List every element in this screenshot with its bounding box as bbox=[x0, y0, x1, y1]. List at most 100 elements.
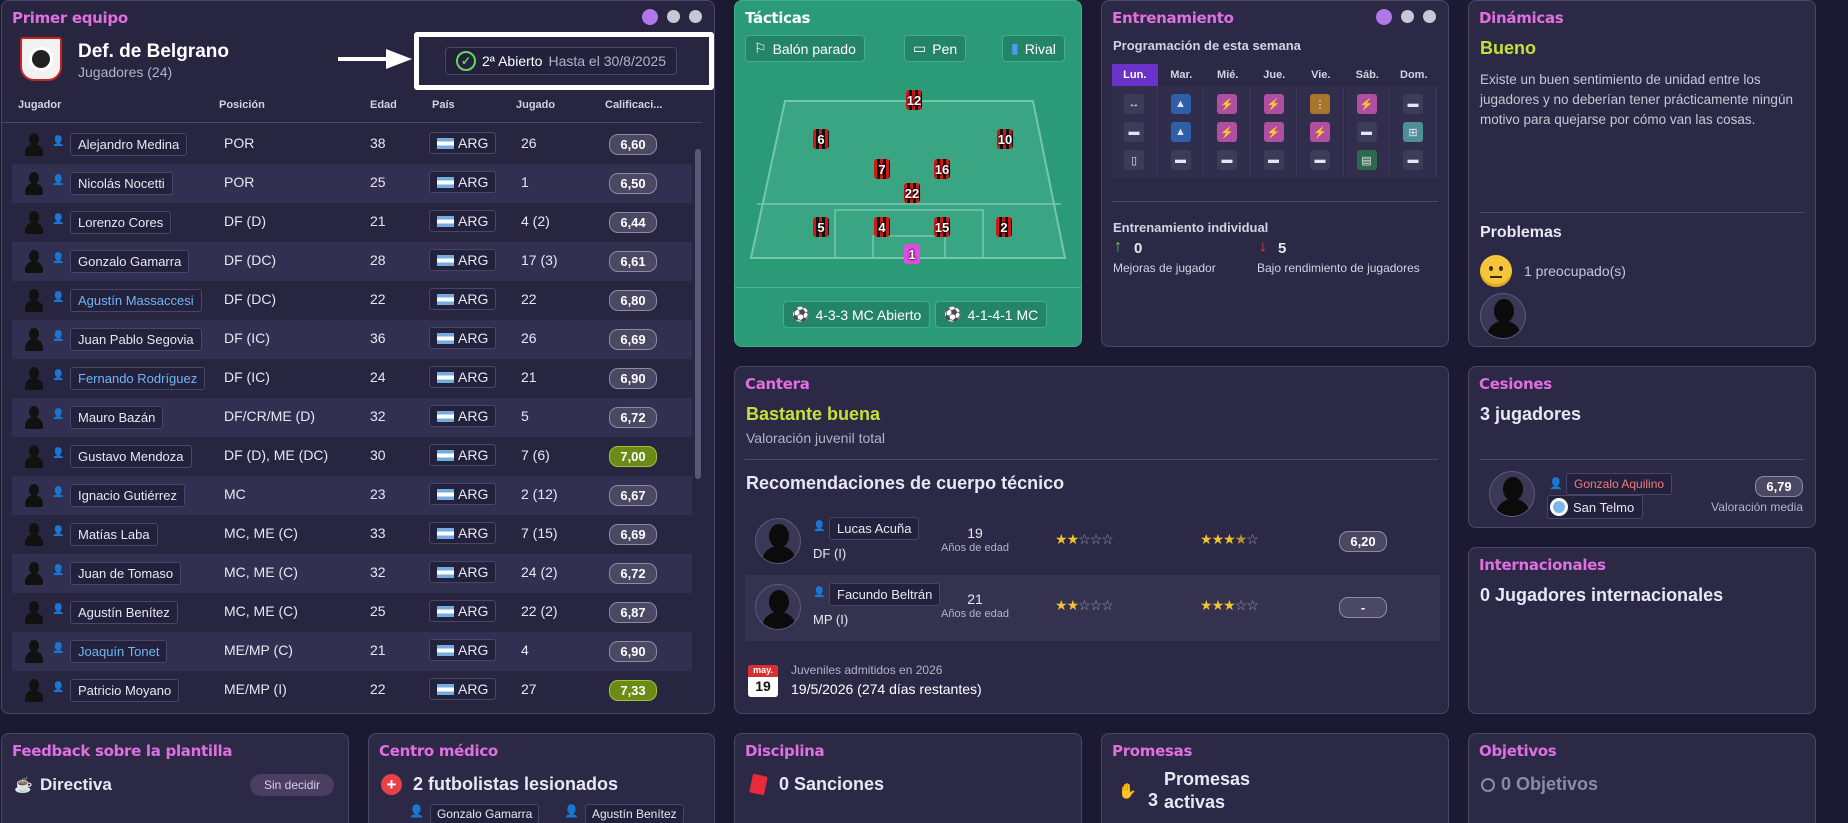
training-day[interactable]: Jue. bbox=[1252, 64, 1298, 86]
player-avatar[interactable] bbox=[23, 482, 45, 508]
player-avatar[interactable] bbox=[23, 599, 45, 625]
formation-secondary[interactable]: ⚽ 4-1-4-1 MC bbox=[935, 301, 1048, 328]
player-country[interactable]: ARG bbox=[429, 249, 497, 271]
player-name[interactable]: Matías Laba bbox=[70, 523, 158, 546]
player-avatar[interactable] bbox=[23, 521, 45, 547]
training-day[interactable]: Dom. bbox=[1391, 64, 1437, 86]
player-country[interactable]: ARG bbox=[429, 405, 497, 427]
youth-name[interactable]: Facundo Beltrán bbox=[829, 583, 941, 606]
scrollbar[interactable] bbox=[695, 149, 701, 479]
table-row[interactable]: 👤 Fernando Rodríguez DF (IC) 24 ARG 21 6,90 bbox=[12, 359, 692, 398]
player-shirt[interactable]: 5 bbox=[810, 215, 832, 239]
col-played[interactable]: Jugado bbox=[516, 99, 555, 111]
table-row[interactable]: 👤 Mauro Bazán DF/CR/ME (D) 32 ARG 5 6,72 bbox=[12, 398, 692, 437]
loans-title[interactable]: Cesiones bbox=[1479, 375, 1552, 393]
training-session-icon[interactable]: ⋮ bbox=[1310, 94, 1330, 114]
promises-label[interactable]: Promesas activas bbox=[1164, 768, 1264, 814]
player-name[interactable]: Patricio Moyano bbox=[70, 679, 180, 702]
player-name[interactable]: Nicolás Nocetti bbox=[70, 172, 173, 195]
player-avatar[interactable] bbox=[23, 677, 45, 703]
table-row[interactable]: 👤 Joaquín Tonet ME/MP (C) 21 ARG 4 6,90 bbox=[12, 632, 692, 671]
player-country[interactable]: ARG bbox=[429, 366, 497, 388]
training-session-icon[interactable]: ⚡ bbox=[1217, 94, 1237, 114]
player-country[interactable]: ARG bbox=[429, 678, 497, 700]
player-name[interactable]: Agustín Massaccesi bbox=[70, 289, 202, 312]
player-shirt[interactable]: 12 bbox=[903, 88, 925, 112]
training-day[interactable]: Vie. bbox=[1298, 64, 1344, 86]
table-row[interactable]: 👤 Matías Laba MC, ME (C) 33 ARG 7 (15) 6,69 bbox=[12, 515, 692, 554]
player-avatar[interactable] bbox=[23, 365, 45, 391]
player-country[interactable]: ARG bbox=[429, 561, 497, 583]
player-avatar[interactable] bbox=[1480, 293, 1526, 339]
training-session-icon[interactable]: ▬ bbox=[1310, 150, 1330, 170]
table-row[interactable]: 👤 Agustín Massaccesi DF (DC) 22 ARG 22 6,80 bbox=[12, 281, 692, 320]
player-name[interactable]: Joaquín Tonet bbox=[70, 640, 168, 663]
table-row[interactable]: 👤 Patricio Moyano ME/MP (I) 22 ARG 27 7,33 bbox=[12, 671, 692, 710]
option-dot[interactable] bbox=[667, 10, 680, 23]
col-age[interactable]: Edad bbox=[370, 99, 397, 111]
player-avatar[interactable] bbox=[23, 443, 45, 469]
training-session-icon[interactable]: ⚡ bbox=[1310, 122, 1330, 142]
table-row[interactable]: 👤 Lorenzo Cores DF (D) 21 ARG 4 (2) 6,44 bbox=[12, 203, 692, 242]
table-row[interactable]: 👤 Ignacio Gutiérrez MC 23 ARG 2 (12) 6,67 bbox=[12, 476, 692, 515]
player-avatar[interactable] bbox=[23, 248, 45, 274]
training-session-icon[interactable]: ⚡ bbox=[1217, 122, 1237, 142]
tactics-title[interactable]: Tácticas bbox=[745, 9, 810, 27]
training-session-icon[interactable]: ⚡ bbox=[1263, 122, 1284, 142]
table-row[interactable]: 👤 Agustín Benítez MC, ME (C) 25 ARG 22 (2) 6,8… bbox=[12, 593, 692, 632]
dynamics-title[interactable]: Dinámicas bbox=[1479, 9, 1564, 27]
player-country[interactable]: ARG bbox=[429, 639, 497, 661]
formation-primary[interactable]: ⚽ 4-3-3 MC Abierto bbox=[783, 301, 931, 328]
training-session-icon[interactable]: ⚡ bbox=[1263, 94, 1284, 114]
promises-title[interactable]: Promesas bbox=[1112, 742, 1192, 760]
youth-row[interactable]: 👤 Lucas Acuña DF (I) 19 Años de edad ★★☆☆☆ ★★★… bbox=[745, 509, 1440, 575]
table-row[interactable]: 👤 Alejandro Medina POR 38 ARG 26 6,60 bbox=[12, 125, 692, 164]
training-session-icon[interactable]: ⊞ bbox=[1403, 122, 1423, 142]
player-country[interactable]: ARG bbox=[429, 444, 497, 466]
training-session-icon[interactable]: ▬ bbox=[1170, 150, 1191, 170]
player-name[interactable]: Juan de Tomaso bbox=[70, 562, 182, 585]
player-country[interactable]: ARG bbox=[429, 210, 497, 232]
option-dot[interactable] bbox=[1401, 10, 1414, 23]
training-session-icon[interactable]: ▯ bbox=[1124, 150, 1144, 170]
table-row[interactable]: 👤 Gustavo Mendoza DF (D), ME (DC) 30 ARG 7 (6… bbox=[12, 437, 692, 476]
player-shirt[interactable]: 2 bbox=[993, 215, 1015, 239]
training-session-icon[interactable]: ▬ bbox=[1263, 150, 1284, 170]
table-row[interactable]: 👤 Juan de Tomaso MC, ME (C) 32 ARG 24 (2) 6,72 bbox=[12, 554, 692, 593]
discipline-title[interactable]: Disciplina bbox=[745, 742, 825, 760]
under-label[interactable]: Bajo rendimiento de jugadores bbox=[1257, 261, 1420, 275]
player-name[interactable]: Gustavo Mendoza bbox=[70, 445, 192, 468]
training-schedule[interactable]: Lun. Mar. Mié. Jue. Vie. Sáb. Dom. ↔ ▬ ▯ ▲ ▲ ▬ ⚡ ⚡ ▬ ⚡ ⚡ ▬… bbox=[1112, 64, 1437, 184]
injured-player[interactable]: 👤 Gonzalo Gamarra bbox=[409, 804, 540, 823]
option-dot[interactable] bbox=[1423, 10, 1436, 23]
training-session-icon[interactable]: ▲ bbox=[1170, 122, 1191, 142]
youth-name[interactable]: Lucas Acuña bbox=[829, 517, 920, 540]
option-dot[interactable] bbox=[689, 10, 702, 23]
player-country[interactable]: ARG bbox=[429, 171, 497, 193]
color-dot[interactable] bbox=[1376, 9, 1392, 25]
player-country[interactable]: ARG bbox=[429, 522, 497, 544]
player-name[interactable]: Agustín Benítez bbox=[70, 601, 178, 624]
table-row[interactable]: 👤 Nicolás Nocetti POR 25 ARG 1 6,50 bbox=[12, 164, 692, 203]
club-name[interactable]: Def. de Belgrano bbox=[78, 41, 229, 63]
internationals-title[interactable]: Internacionales bbox=[1479, 556, 1606, 574]
training-session-icon[interactable]: ⚡ bbox=[1356, 94, 1377, 114]
training-session-icon[interactable]: ▲ bbox=[1170, 94, 1191, 114]
player-country[interactable]: ARG bbox=[429, 288, 497, 310]
col-player[interactable]: Jugador bbox=[18, 99, 61, 111]
training-session-icon[interactable]: ▬ bbox=[1124, 122, 1144, 142]
player-name[interactable]: Gonzalo Gamarra bbox=[70, 250, 190, 273]
training-session-icon[interactable]: ▬ bbox=[1403, 94, 1423, 114]
player-name[interactable]: Ignacio Gutiérrez bbox=[70, 484, 185, 507]
injured-player[interactable]: 👤 Agustín Benítez bbox=[564, 804, 684, 823]
player-avatar[interactable] bbox=[23, 131, 45, 157]
player-name[interactable]: Mauro Bazán bbox=[70, 406, 164, 429]
player-shirt[interactable]: 15 bbox=[931, 215, 953, 239]
intake-date[interactable]: 19/5/2026 (274 días restantes) bbox=[791, 681, 982, 697]
training-day[interactable]: Mié. bbox=[1205, 64, 1251, 86]
player-avatar[interactable] bbox=[23, 326, 45, 352]
player-avatar[interactable] bbox=[23, 560, 45, 586]
player-country[interactable]: ARG bbox=[429, 600, 497, 622]
training-session-icon[interactable]: ▤ bbox=[1356, 150, 1377, 170]
table-row[interactable]: 👤 Gonzalo Gamarra DF (DC) 28 ARG 17 (3) 6,61 bbox=[12, 242, 692, 281]
